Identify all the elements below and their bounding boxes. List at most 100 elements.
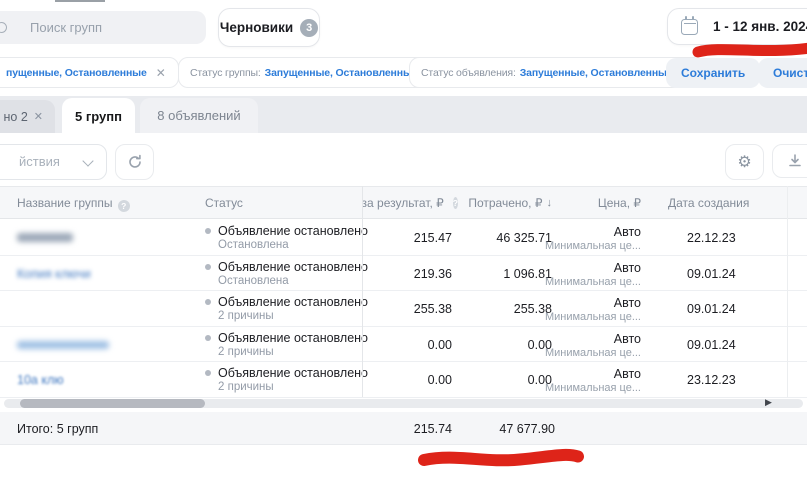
status-dot-icon (205, 299, 211, 305)
totals-row: Итого: 5 групп 215.74 47 677.90 (0, 412, 807, 445)
group-name-link[interactable] (17, 233, 73, 242)
hscrollbar-thumb[interactable] (20, 399, 205, 408)
refresh-icon (127, 154, 143, 170)
status-dot-icon (205, 335, 211, 341)
table-row: Копия ключи Объявление остановлено Остан… (0, 256, 807, 292)
price-strategy: Минимальная це... (520, 311, 641, 323)
column-header-status: Статус (205, 196, 243, 210)
tab-ads[interactable]: 8 объявлений (140, 98, 258, 133)
price-cell: Авто Минимальная це... (520, 225, 641, 252)
status-subtext: Остановлена (218, 239, 368, 251)
price-value: Авто (520, 332, 641, 346)
table-row: Объявление остановлено 2 причины 255.38 … (0, 291, 807, 327)
tab-groups[interactable]: 5 групп (62, 98, 135, 134)
search-placeholder: Поиск групп (30, 20, 102, 35)
totals-label: Итого: 5 групп (17, 422, 98, 436)
price-value: Авто (520, 296, 641, 310)
price-value: Авто (520, 367, 641, 381)
status-subtext: 2 причины (218, 381, 368, 393)
column-header-name: Название группы? (17, 196, 130, 212)
chip-value: Запущенные, Остановленные (520, 67, 673, 79)
created-date: 23.12.23 (687, 373, 736, 387)
status-dot-icon (205, 264, 211, 270)
date-range-picker[interactable]: 1 - 12 янв. 2024 (667, 8, 807, 45)
chip-value: Запущенные, Остановленные (265, 67, 418, 79)
close-icon[interactable]: ✕ (156, 66, 166, 80)
red-underline-totals (424, 455, 578, 460)
status-subtext: 2 причины (218, 346, 368, 358)
status-cell: Объявление остановлено Остановлена (205, 224, 368, 251)
price-strategy: Минимальная це... (520, 347, 641, 359)
table-header: Название группы? Статус Цена за результа… (0, 186, 807, 219)
status-text: Объявление остановлено (218, 260, 368, 274)
status-cell: Объявление остановлено 2 причины (205, 366, 368, 393)
filter-chip-ad-status[interactable]: Статус объявления: Запущенные, Остановле… (409, 57, 703, 88)
cost-per-result-value: 255.38 (352, 302, 452, 316)
price-strategy: Минимальная це... (520, 240, 641, 252)
price-strategy: Минимальная це... (520, 276, 641, 288)
close-icon[interactable]: ✕ (34, 110, 43, 123)
table-row: Объявление остановлено 2 причины 0.00 0.… (0, 327, 807, 363)
cost-per-result-value: 219.36 (352, 267, 452, 281)
hscrollbar-right-arrow[interactable]: ▶ (765, 397, 772, 408)
cost-per-result-value: 215.47 (352, 231, 452, 245)
chip-value: пущенные, Остановленные (6, 67, 147, 79)
export-icon (787, 153, 803, 169)
group-name-link[interactable]: 10а клю (17, 373, 64, 387)
cost-per-result-value: 0.00 (352, 373, 452, 387)
group-name-link[interactable]: Копия ключи (17, 267, 91, 281)
top-edge-fragment (55, 0, 105, 2)
status-cell: Объявление остановлено 2 причины (205, 331, 368, 358)
totals-cost-per-result: 215.74 (352, 422, 452, 436)
ads-manager-screen: Поиск групп Черновики 3 1 - 12 янв. 2024… (0, 0, 807, 487)
gear-icon: ⚙ (737, 152, 751, 172)
save-filters-button[interactable]: Сохранить (666, 58, 760, 88)
price-cell: Авто Минимальная це... (520, 296, 641, 323)
column-header-created[interactable]: Дата создания (668, 196, 749, 210)
drafts-button[interactable]: Черновики 3 (218, 8, 320, 47)
status-text: Объявление остановлено (218, 295, 368, 309)
chevron-down-icon (82, 155, 93, 166)
table-row: 10а клю Объявление остановлено 2 причины… (0, 362, 807, 398)
price-cell: Авто Минимальная це... (520, 261, 641, 288)
filter-chip-group-status[interactable]: Статус группы: Запущенные, Остановленные… (178, 57, 448, 88)
tab-label: 8 объявлений (157, 108, 240, 123)
red-underline-date (698, 48, 807, 53)
tab-label: но 2 (4, 110, 28, 124)
status-text: Объявление остановлено (218, 224, 368, 238)
drafts-count-badge: 3 (300, 19, 318, 37)
created-date: 09.01.24 (687, 302, 736, 316)
tab-selected-items[interactable]: но 2 ✕ (0, 100, 55, 133)
status-cell: Объявление остановлено Остановлена (205, 260, 368, 287)
export-button[interactable] (772, 144, 807, 178)
filter-chip-campaign-status[interactable]: пущенные, Остановленные ✕ (0, 57, 179, 88)
status-text: Объявление остановлено (218, 366, 368, 380)
created-date: 09.01.24 (687, 267, 736, 281)
actions-dropdown[interactable]: йствия (0, 144, 107, 180)
help-icon[interactable]: ? (118, 200, 131, 213)
price-value: Авто (520, 225, 641, 239)
search-icon (0, 22, 7, 33)
created-date: 09.01.24 (687, 338, 736, 352)
drafts-label: Черновики (220, 20, 293, 35)
price-cell: Авто Минимальная це... (520, 367, 641, 394)
tab-label: 5 групп (75, 109, 122, 124)
status-text: Объявление остановлено (218, 331, 368, 345)
chip-label: Статус группы: (190, 67, 261, 79)
sort-desc-icon: ↓ (547, 197, 553, 209)
column-header-price[interactable]: Цена, ₽ (561, 196, 641, 210)
column-header-spent[interactable]: Потрачено, ₽↓ (450, 196, 552, 210)
cost-per-result-value: 0.00 (352, 338, 452, 352)
calendar-icon (681, 19, 698, 35)
refresh-button[interactable] (115, 144, 154, 180)
status-cell: Объявление остановлено 2 причины (205, 295, 368, 322)
group-name-link[interactable] (17, 341, 109, 349)
status-dot-icon (205, 228, 211, 234)
column-divider (787, 186, 788, 397)
search-input[interactable]: Поиск групп (0, 11, 206, 44)
chip-label: Статус объявления: (421, 67, 516, 79)
column-header-cost-per-result[interactable]: Цена за результат, ₽? (362, 196, 458, 210)
status-subtext: Остановлена (218, 275, 368, 287)
clear-filters-button[interactable]: Очистить (758, 58, 807, 88)
settings-button[interactable]: ⚙ (725, 144, 764, 180)
